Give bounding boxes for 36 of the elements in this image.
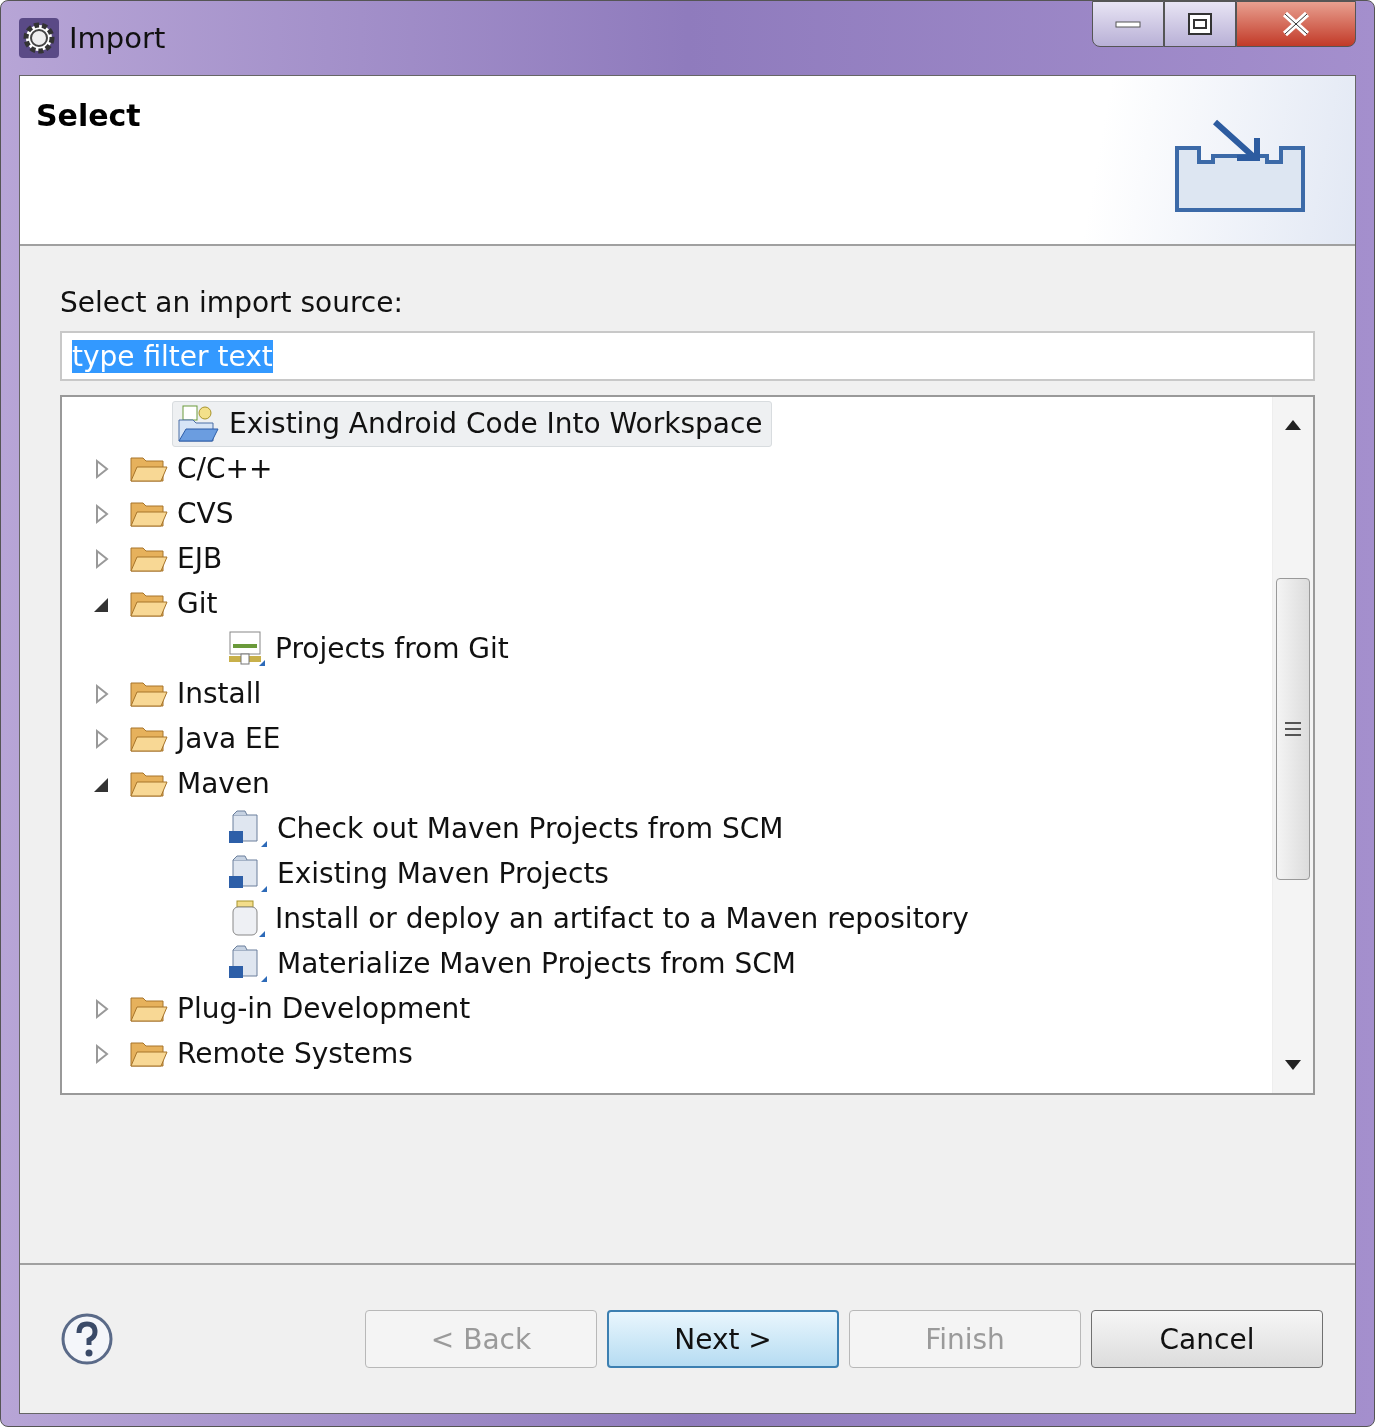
tree-item[interactable]: EJB xyxy=(124,539,232,578)
page-title: Select xyxy=(36,98,141,135)
tree-item[interactable]: Java EE xyxy=(124,719,290,758)
maven-project-icon xyxy=(227,943,269,984)
tree-item[interactable]: Existing Maven Projects xyxy=(222,850,618,897)
minimize-button[interactable] xyxy=(1092,1,1164,47)
tree-item[interactable]: Remote Systems xyxy=(124,1034,422,1073)
tree-item[interactable]: CVS xyxy=(124,494,243,533)
maximize-button[interactable] xyxy=(1164,1,1236,47)
close-button[interactable] xyxy=(1236,1,1356,47)
dialog-button[interactable]: Cancel xyxy=(1091,1310,1323,1368)
help-icon[interactable] xyxy=(60,1312,114,1366)
tree-item[interactable]: Install or deploy an artifact to a Maven repository xyxy=(222,895,978,942)
minimize-icon xyxy=(1114,19,1142,29)
scroll-down-icon[interactable] xyxy=(1285,1060,1301,1070)
tree-item[interactable]: Projects from Git xyxy=(222,626,518,671)
tree-item[interactable]: Plug-in Development xyxy=(124,989,480,1028)
scroll-up-icon[interactable] xyxy=(1285,420,1301,430)
tree-item[interactable]: Maven xyxy=(124,764,279,803)
maximize-icon xyxy=(1187,12,1213,36)
gear-icon xyxy=(19,18,59,58)
maven-project-icon xyxy=(227,808,269,849)
dialog-button[interactable]: Next > xyxy=(607,1310,839,1368)
source-label: Select an import source: xyxy=(60,286,403,319)
tree-item[interactable]: Existing Android Code Into Workspace xyxy=(172,400,772,447)
maven-project-icon xyxy=(227,853,269,894)
tree-item[interactable]: C/C++ xyxy=(124,449,282,488)
repository-icon xyxy=(227,629,267,668)
folder-icon xyxy=(177,403,221,444)
close-icon xyxy=(1281,11,1311,37)
tree-item[interactable]: Git xyxy=(124,584,227,623)
window-title: Import xyxy=(69,21,166,55)
tree-item[interactable]: Install xyxy=(124,674,271,713)
tree-item[interactable]: Materialize Maven Projects from SCM xyxy=(222,940,805,987)
tree-item[interactable]: Check out Maven Projects from SCM xyxy=(222,805,793,852)
scrollbar-thumb[interactable] xyxy=(1276,578,1310,880)
